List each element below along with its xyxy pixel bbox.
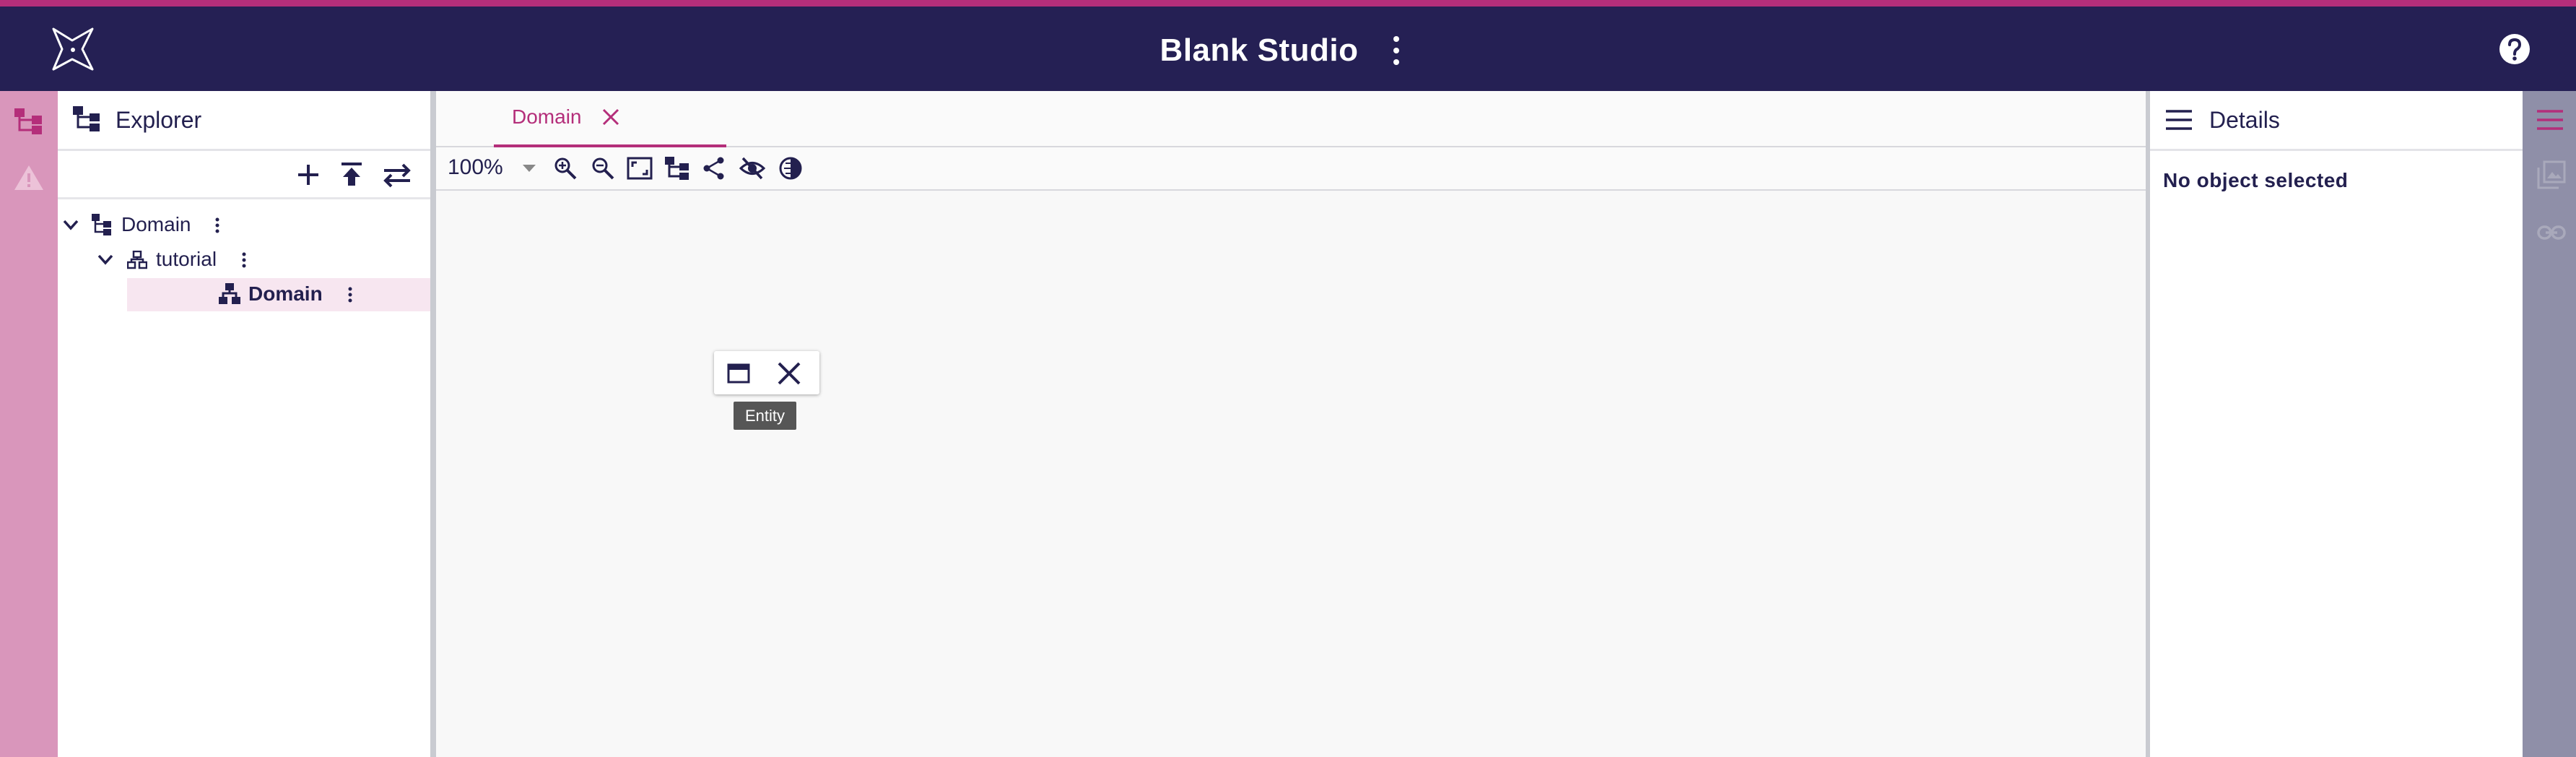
entity-icon[interactable]: [727, 363, 750, 384]
explorer-title: Explorer: [116, 107, 202, 133]
tooltip: Entity: [734, 402, 796, 430]
details-panel: Details No object selected: [2150, 91, 2523, 757]
share-icon[interactable]: [702, 156, 726, 181]
tab-label: Domain: [512, 105, 582, 128]
entity-palette-popup: [714, 351, 819, 394]
more-vert-icon[interactable]: [347, 285, 354, 304]
explorer-panel: Explorer Domain tutorial Domain: [58, 91, 430, 757]
help-icon[interactable]: [2498, 33, 2531, 66]
swap-icon[interactable]: [381, 162, 413, 188]
diagram-canvas[interactable]: [436, 191, 2146, 757]
package-icon: [127, 251, 147, 269]
explorer-tree-icon[interactable]: [13, 107, 45, 136]
panel-splitter[interactable]: [430, 91, 436, 757]
warning-icon[interactable]: [13, 163, 45, 192]
chevron-down-icon[interactable]: [62, 217, 79, 232]
tree-item-label: tutorial: [156, 248, 217, 270]
more-vert-icon[interactable]: [1382, 32, 1411, 69]
more-vert-icon[interactable]: [214, 216, 221, 235]
details-header: Details: [2150, 91, 2523, 151]
zoom-out-icon[interactable]: [591, 156, 615, 181]
app-title: Blank Studio: [1159, 33, 1359, 68]
image-icon[interactable]: [2537, 160, 2566, 189]
diagram-icon: [219, 283, 240, 304]
editor-tabbar: Domain: [436, 91, 2146, 148]
close-icon[interactable]: [601, 107, 621, 127]
tree-item-domain-diagram[interactable]: Domain: [127, 278, 430, 311]
add-icon[interactable]: [296, 163, 321, 187]
zoom-level[interactable]: 100%: [448, 155, 503, 180]
explorer-header: Explorer: [58, 91, 430, 151]
fit-screen-icon[interactable]: [627, 156, 653, 181]
menu-icon[interactable]: [2164, 108, 2193, 131]
tree-item-domain-root[interactable]: Domain: [58, 209, 430, 242]
tree-item-label: Domain: [121, 213, 191, 235]
empty-state-message: No object selected: [2163, 169, 2349, 191]
visibility-off-icon[interactable]: [739, 156, 765, 181]
tree-layout-icon[interactable]: [664, 156, 690, 181]
tree-item-label: Domain: [248, 282, 323, 305]
upload-icon[interactable]: [339, 161, 364, 187]
right-activity-bar: [2523, 91, 2576, 757]
accent-strip: [0, 0, 2576, 7]
more-vert-icon[interactable]: [240, 251, 248, 269]
left-activity-bar: [0, 91, 58, 757]
details-title: Details: [2209, 107, 2280, 133]
chevron-down-icon[interactable]: [97, 252, 114, 267]
explorer-toolbar: [58, 151, 430, 199]
link-icon[interactable]: [2537, 224, 2566, 241]
close-icon[interactable]: [776, 361, 802, 386]
domain-tree-icon: [92, 214, 111, 235]
menu-icon[interactable]: [2536, 108, 2564, 131]
diagram-toolbar: 100%: [436, 147, 2146, 191]
zoom-in-icon[interactable]: [553, 156, 578, 181]
tab-domain[interactable]: Domain: [494, 91, 726, 148]
contrast-icon[interactable]: [778, 156, 803, 181]
app-header: Blank Studio: [0, 7, 2576, 91]
dropdown-arrow-icon[interactable]: [521, 163, 537, 173]
tree-item-tutorial[interactable]: tutorial: [58, 243, 430, 277]
explorer-tree-icon: [73, 106, 100, 131]
